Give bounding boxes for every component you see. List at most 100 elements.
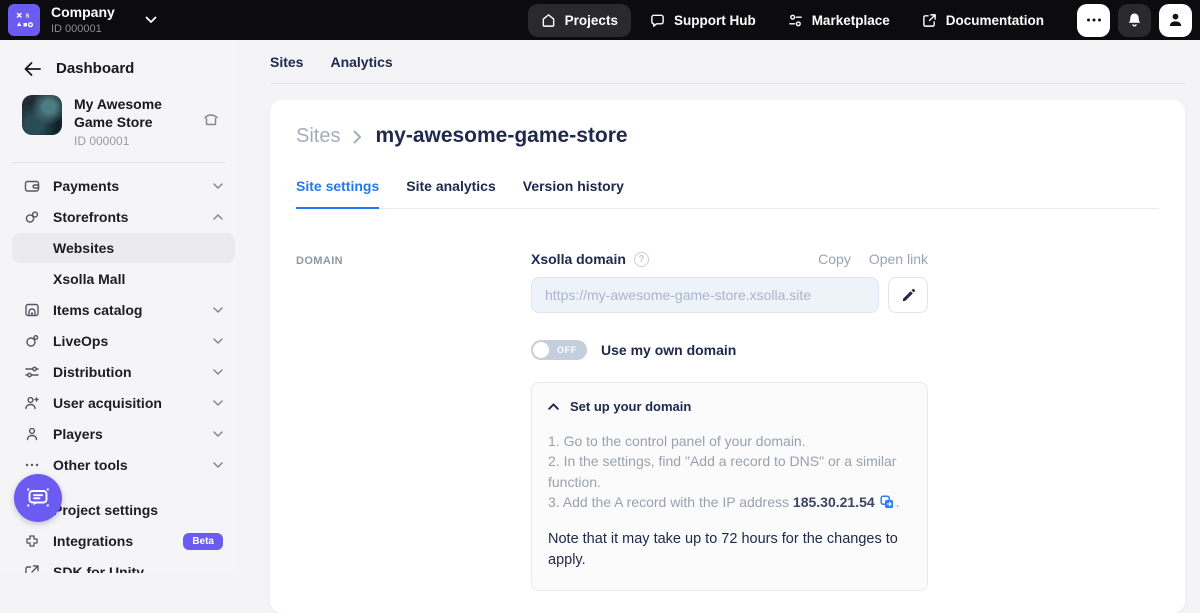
company-name: Company [51, 5, 115, 20]
project-header[interactable]: My Awesome Game Store ID 000001 [0, 77, 237, 148]
sidebar-item-payments[interactable]: Payments [12, 171, 235, 201]
wallet-icon [24, 178, 40, 194]
section-divider [270, 83, 1185, 84]
support-chat-button[interactable] [14, 474, 62, 522]
setup-domain-panel: Set up your domain 1. Go to the control … [531, 382, 928, 591]
nav-projects-label: Projects [565, 13, 618, 28]
xsolla-domain-label: Xsolla domain [531, 251, 626, 267]
chat-messages-icon [25, 486, 51, 510]
marketplace-icon [788, 13, 803, 28]
sidebar-item-players[interactable]: Players [12, 419, 235, 449]
main-area: Sites Analytics Sites my-awesome-game-st… [237, 40, 1200, 573]
section-tabs: Sites Analytics [237, 40, 1200, 70]
ellipsis-icon [1086, 18, 1102, 22]
copy-ip-icon[interactable] [880, 495, 894, 509]
nav-documentation-label: Documentation [946, 13, 1044, 28]
own-domain-toggle-row: OFF Use my own domain [531, 340, 928, 360]
chevron-down-icon [213, 462, 223, 468]
use-own-domain-toggle[interactable]: OFF [531, 340, 587, 360]
tags-icon [24, 209, 40, 225]
sidebar-item-distribution[interactable]: Distribution [12, 357, 235, 387]
setup-panel-header[interactable]: Set up your domain [548, 399, 911, 414]
edit-domain-button[interactable] [888, 277, 928, 313]
setup-note: Note that it may take up to 72 hours for… [548, 529, 918, 570]
sidebar-item-websites[interactable]: Websites [12, 233, 235, 263]
setup-step-3: 3. Add the A record with the IP address … [548, 492, 911, 512]
xsolla-domain-header: Xsolla domain ? Copy Open link [531, 251, 928, 267]
chevron-down-icon [213, 369, 223, 375]
back-to-dashboard[interactable]: Dashboard [0, 40, 237, 77]
sidebar-divider [12, 162, 225, 163]
domain-section-label: DOMAIN [296, 251, 531, 591]
nav-projects[interactable]: Projects [528, 4, 631, 37]
tab-version-history[interactable]: Version history [523, 178, 624, 209]
breadcrumb: Sites my-awesome-game-store [296, 124, 1159, 148]
sidebar-item-label: Other tools [53, 457, 213, 473]
site-settings-card: Sites my-awesome-game-store Site setting… [270, 100, 1185, 613]
project-info: My Awesome Game Store ID 000001 [74, 95, 191, 148]
sliders-icon [24, 364, 40, 380]
xsolla-domain-input[interactable] [531, 277, 879, 313]
project-name: My Awesome Game Store [74, 95, 191, 131]
chevron-right-icon [353, 130, 362, 144]
topbar-actions [1077, 4, 1192, 37]
sidebar-item-label: Distribution [53, 364, 213, 380]
ellipsis-icon [24, 457, 40, 473]
help-icon[interactable]: ? [634, 252, 649, 267]
section-tab-analytics[interactable]: Analytics [330, 54, 392, 70]
tab-site-settings[interactable]: Site settings [296, 178, 379, 209]
setup-step-1: 1. Go to the control panel of your domai… [548, 431, 911, 451]
top-navigation: Projects Support Hub Marketplace Documen… [528, 4, 1057, 37]
catalog-box-icon [24, 302, 40, 318]
sidebar-item-label: Items catalog [53, 302, 213, 318]
chevron-down-icon [213, 400, 223, 406]
project-home-icon[interactable] [203, 111, 219, 148]
home-icon [541, 13, 556, 28]
top-bar: s Company ID 000001 Projects Support Hub [0, 0, 1200, 40]
sidebar-item-liveops[interactable]: LiveOps [12, 326, 235, 356]
sidebar-item-items-catalog[interactable]: Items catalog [12, 295, 235, 325]
nav-marketplace[interactable]: Marketplace [775, 4, 903, 37]
sidebar-item-xsolla-mall[interactable]: Xsolla Mall [12, 264, 235, 294]
user-plus-icon [24, 395, 40, 411]
domain-actions: Copy Open link [818, 251, 928, 267]
external-link-icon [922, 13, 937, 28]
sidebar-item-label: Payments [53, 178, 213, 194]
back-label: Dashboard [56, 60, 134, 77]
sidebar-item-label: Players [53, 426, 213, 442]
toggle-state-label: OFF [557, 345, 577, 355]
back-arrow-icon [24, 62, 41, 76]
sidebar-item-integrations[interactable]: Integrations Beta [12, 526, 235, 556]
project-avatar [22, 95, 62, 135]
sidebar-item-label: Xsolla Mall [53, 271, 223, 287]
pencil-icon [901, 288, 916, 303]
nav-support-hub[interactable]: Support Hub [637, 4, 769, 37]
copy-link[interactable]: Copy [818, 251, 851, 267]
open-link[interactable]: Open link [869, 251, 928, 267]
chevron-down-icon [213, 338, 223, 344]
more-options-button[interactable] [1077, 4, 1110, 37]
notifications-button[interactable] [1118, 4, 1151, 37]
sidebar-item-label: SDK for Unity [53, 564, 223, 573]
company-block: Company ID 000001 [51, 5, 115, 34]
chevron-down-icon [213, 307, 223, 313]
chevron-up-icon [548, 403, 559, 410]
user-icon [1168, 12, 1183, 28]
chevron-up-icon [213, 214, 223, 220]
sidebar-item-storefronts[interactable]: Storefronts [12, 202, 235, 232]
nav-support-hub-label: Support Hub [674, 13, 756, 28]
section-tab-sites[interactable]: Sites [270, 54, 303, 70]
nav-documentation[interactable]: Documentation [909, 4, 1057, 37]
account-button[interactable] [1159, 4, 1192, 37]
sidebar-item-label: LiveOps [53, 333, 213, 349]
domain-input-row [531, 277, 928, 313]
company-switcher-chevron-icon[interactable] [145, 16, 157, 24]
bell-icon [1127, 12, 1142, 28]
chevron-down-icon [213, 183, 223, 189]
breadcrumb-sites-link[interactable]: Sites [296, 125, 340, 148]
sidebar-item-sdk-for-unity[interactable]: SDK for Unity [12, 557, 235, 573]
tab-site-analytics[interactable]: Site analytics [406, 178, 496, 209]
nav-marketplace-label: Marketplace [812, 13, 890, 28]
xsolla-logo[interactable]: s [8, 4, 40, 36]
sidebar-item-user-acquisition[interactable]: User acquisition [12, 388, 235, 418]
